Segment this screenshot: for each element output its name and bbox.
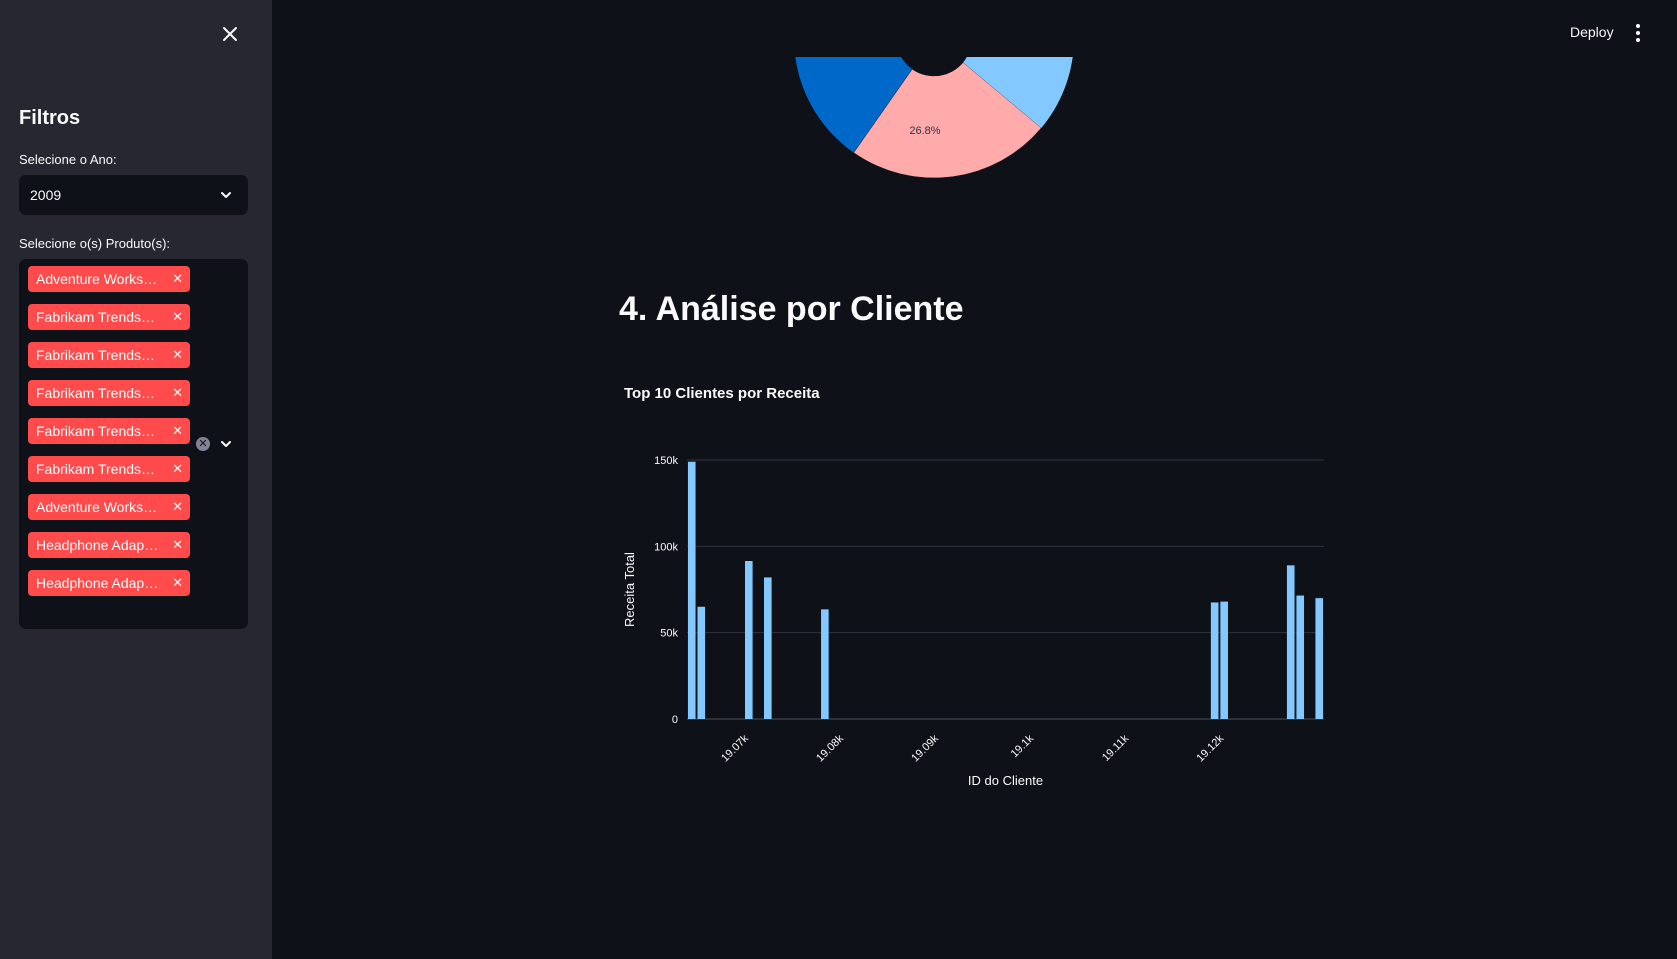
- bar[interactable]: [697, 606, 706, 719]
- y-axis-label: Receita Total: [622, 552, 637, 627]
- bar[interactable]: [821, 609, 829, 719]
- bars-layer: [687, 461, 1324, 719]
- ticks-layer: 0 50k 100k 150k 19.07k 19.08k 19.09k 19.1k 19.11…: [654, 455, 1227, 764]
- x-tick-label: 19.07k: [719, 732, 751, 764]
- y-tick-label: 50k: [660, 628, 678, 640]
- bar[interactable]: [687, 461, 696, 719]
- x-tick-label: 19.12k: [1194, 732, 1226, 764]
- x-axis-label: ID do Cliente: [968, 773, 1043, 788]
- y-tick-label: 150k: [654, 455, 678, 467]
- y-tick-label: 0: [672, 714, 678, 726]
- bar[interactable]: [764, 577, 772, 719]
- bar[interactable]: [1220, 601, 1228, 719]
- x-tick-label: 19.11k: [1100, 732, 1132, 764]
- bar[interactable]: [1315, 598, 1324, 719]
- x-tick-label: 19.1k: [1009, 732, 1037, 760]
- x-tick-label: 19.08k: [814, 732, 846, 764]
- bar[interactable]: [744, 561, 753, 719]
- x-tick-label: 19.09k: [909, 732, 941, 764]
- bar[interactable]: [1210, 602, 1219, 719]
- bar[interactable]: [1296, 595, 1305, 719]
- bar-chart: 0 50k 100k 150k 19.07k 19.08k 19.09k 19.1k 19.11…: [622, 455, 1324, 788]
- bar[interactable]: [1286, 565, 1295, 719]
- grid-layer: [687, 459, 1324, 720]
- y-tick-label: 100k: [654, 541, 678, 553]
